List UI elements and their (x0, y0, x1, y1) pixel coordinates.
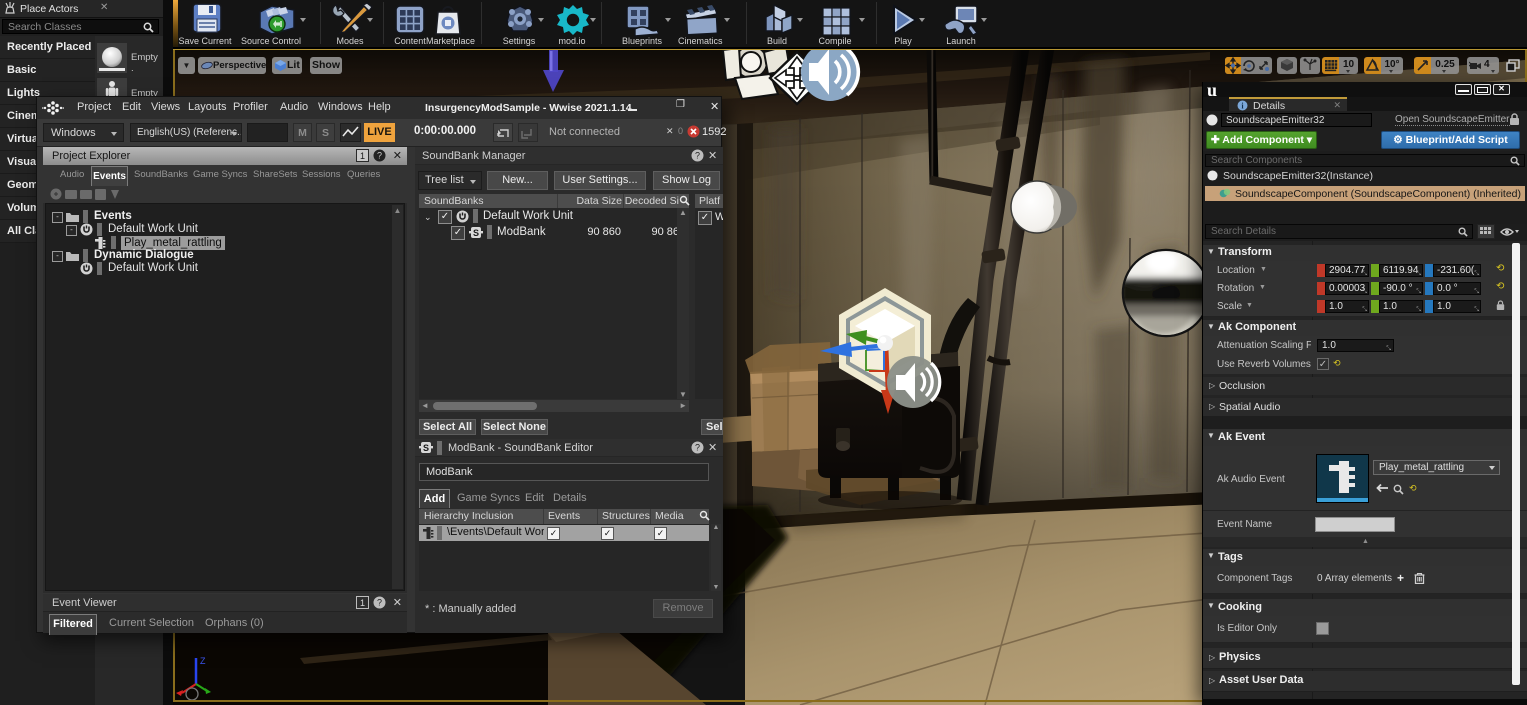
svg-text:Z: Z (200, 656, 206, 666)
svg-text:?: ? (377, 151, 382, 161)
svg-text:S: S (473, 228, 479, 238)
svg-text:?: ? (695, 151, 700, 161)
svg-text:?: ? (377, 598, 382, 608)
svg-text:u: u (1207, 81, 1217, 98)
svg-text:?: ? (695, 443, 700, 453)
svg-text:S: S (423, 443, 429, 453)
